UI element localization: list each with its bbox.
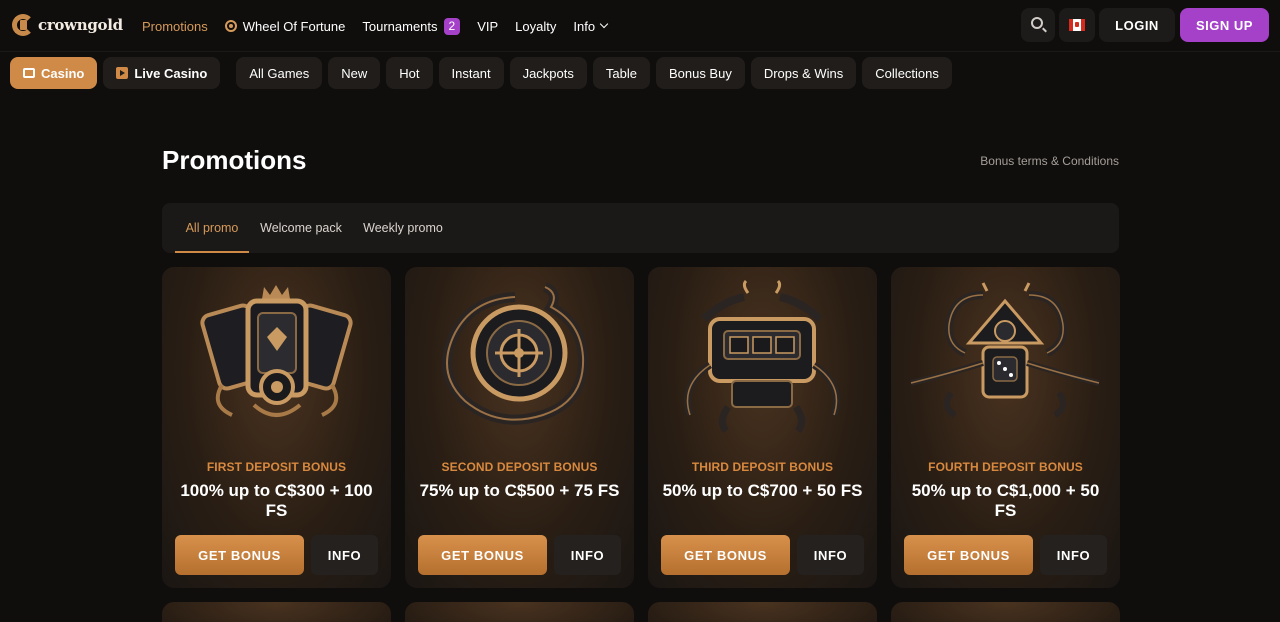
nav-promotions-label: Promotions: [142, 18, 208, 34]
tab-welcome-pack[interactable]: Welcome pack: [256, 203, 346, 253]
top-navigation: Promotions Wheel Of Fortune Tournaments 2…: [142, 0, 624, 52]
canada-flag-icon: [1069, 19, 1085, 31]
get-bonus-button[interactable]: GET BONUS: [661, 535, 790, 575]
nav-tournaments-label: Tournaments: [362, 18, 438, 34]
slot-machine-icon: [684, 279, 840, 434]
category-bonus-buy[interactable]: Bonus Buy: [655, 57, 745, 89]
promo-card-third-deposit: THIRD DEPOSIT BONUS 50% up to C$700 + 50…: [648, 267, 877, 588]
bonus-terms-link[interactable]: Bonus terms & Conditions: [980, 154, 1119, 168]
category-new[interactable]: New: [328, 57, 381, 89]
tab-weekly-promo[interactable]: Weekly promo: [357, 203, 449, 253]
category-collections[interactable]: Collections: [862, 57, 952, 89]
category-bar: Casino Live Casino All Games New Hot Ins…: [10, 57, 952, 89]
category-casino-label: Casino: [41, 65, 85, 81]
promo-tabs: All promo Welcome pack Weekly promo: [162, 203, 1119, 253]
tournaments-count-badge: 2: [443, 17, 461, 35]
category-live-casino[interactable]: Live Casino: [103, 57, 221, 89]
tab-all-promo[interactable]: All promo: [175, 203, 249, 253]
roulette-snake-icon: [442, 282, 589, 425]
card-label: SECOND DEPOSIT BONUS: [441, 460, 598, 474]
category-jackpots[interactable]: Jackpots: [509, 57, 587, 89]
category-hot[interactable]: Hot: [386, 57, 433, 89]
promo-card-first-deposit: FIRST DEPOSIT BONUS 100% up to C$300 + 1…: [162, 267, 391, 588]
promo-card-second-deposit: SECOND DEPOSIT BONUS 75% up to C$500 + 7…: [405, 267, 634, 588]
category-all-games[interactable]: All Games: [236, 57, 323, 89]
nav-loyalty[interactable]: Loyalty: [515, 19, 556, 34]
card-headline: 100% up to C$300 + 100 FS: [180, 481, 373, 520]
get-bonus-button[interactable]: GET BONUS: [904, 535, 1033, 575]
promo-card-partial: [891, 602, 1120, 622]
card-label: FIRST DEPOSIT BONUS: [206, 460, 347, 474]
card-label: THIRD DEPOSIT BONUS: [691, 460, 834, 474]
cards-shield-icon: [200, 285, 353, 417]
info-button[interactable]: INFO: [1040, 535, 1107, 575]
info-button[interactable]: INFO: [311, 535, 378, 575]
nav-wheel-of-fortune[interactable]: Wheel Of Fortune: [224, 18, 346, 34]
brand-logo[interactable]: crowngold: [12, 14, 123, 36]
category-drops-wins[interactable]: Drops & Wins: [750, 57, 857, 89]
dice-snakes-icon: [910, 282, 1100, 418]
nav-tournaments[interactable]: Tournaments 2: [362, 17, 461, 35]
login-button[interactable]: LOGIN: [1099, 8, 1175, 42]
category-live-label: Live Casino: [134, 65, 208, 81]
promo-card-partial: [162, 602, 391, 622]
play-icon: [116, 67, 129, 79]
nav-loyalty-label: Loyalty: [515, 18, 557, 34]
info-button[interactable]: INFO: [554, 535, 621, 575]
nav-promotions[interactable]: Promotions: [142, 19, 208, 34]
card-headline: 50% up to C$1,000 + 50 FS: [911, 481, 1100, 520]
card-headline: 75% up to C$500 + 75 FS: [419, 481, 620, 500]
nav-vip-label: VIP: [477, 18, 499, 34]
nav-info-label: Info: [573, 18, 596, 34]
category-instant[interactable]: Instant: [438, 57, 504, 89]
chevron-down-icon: [599, 19, 609, 29]
nav-vip[interactable]: VIP: [477, 19, 498, 34]
nav-wheel-label: Wheel Of Fortune: [242, 18, 346, 34]
info-button[interactable]: INFO: [797, 535, 864, 575]
brand-name: crowngold: [38, 16, 123, 34]
search-icon-handle: [1042, 27, 1047, 33]
search-button[interactable]: [1021, 8, 1055, 42]
nav-info-dropdown[interactable]: Info: [573, 18, 609, 34]
card-label: FOURTH DEPOSIT BONUS: [928, 460, 1083, 474]
top-header: crowngold Promotions Wheel Of Fortune To…: [0, 0, 1280, 52]
get-bonus-button[interactable]: GET BONUS: [175, 535, 304, 575]
promo-card-fourth-deposit: FOURTH DEPOSIT BONUS 50% up to C$1,000 +…: [891, 267, 1120, 588]
casino-icon: [23, 68, 35, 78]
promo-card-partial: [405, 602, 634, 622]
page-title: Promotions: [162, 145, 307, 175]
wheel-icon: [224, 20, 237, 32]
category-casino[interactable]: Casino: [10, 57, 98, 89]
card-headline: 50% up to C$700 + 50 FS: [662, 481, 863, 500]
category-table[interactable]: Table: [592, 57, 650, 89]
signup-button[interactable]: SIGN UP: [1180, 8, 1269, 42]
search-icon: [1031, 17, 1043, 29]
language-button[interactable]: [1059, 8, 1095, 42]
promo-card-partial: [648, 602, 877, 622]
crowngold-logo-icon: [12, 14, 34, 36]
get-bonus-button[interactable]: GET BONUS: [418, 535, 547, 575]
